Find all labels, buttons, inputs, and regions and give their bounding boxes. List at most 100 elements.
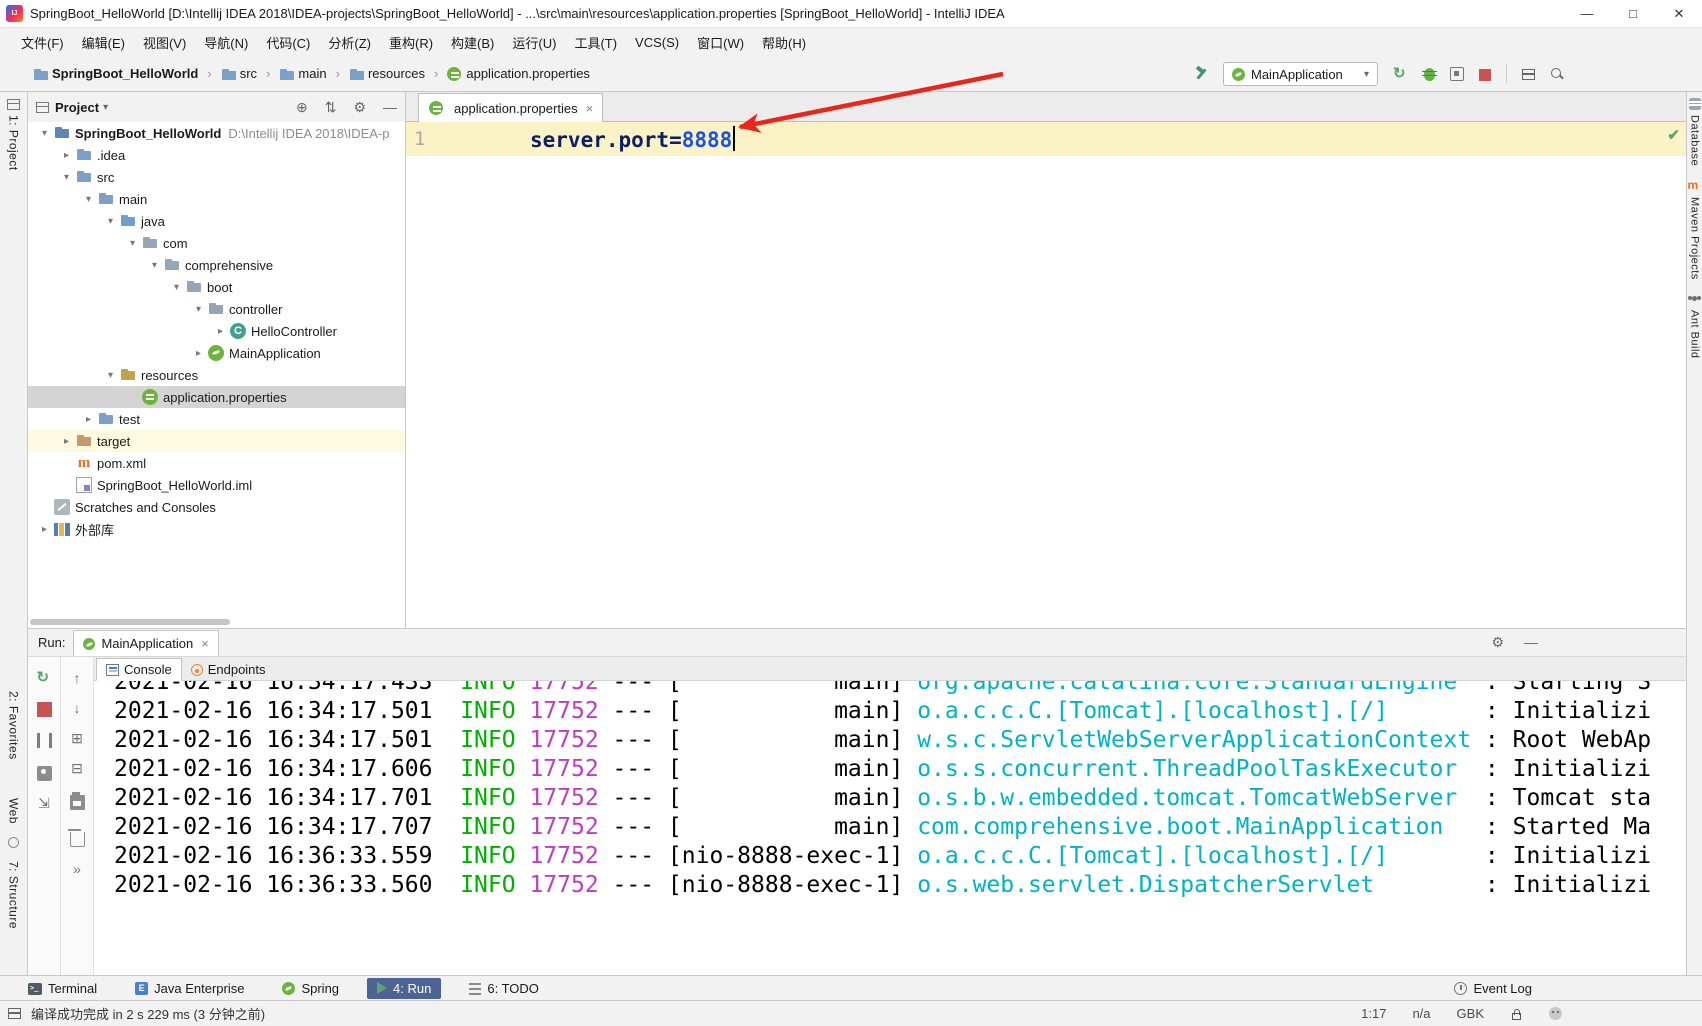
tool-button-java-enterprise[interactable]: Java Enterprise bbox=[125, 978, 254, 999]
print-icon[interactable] bbox=[69, 792, 85, 810]
tree-item-src[interactable]: ▾ src bbox=[28, 166, 405, 188]
tree-item-hellocontroller[interactable]: ▸ C HelloController bbox=[28, 320, 405, 342]
stripe-button-2-favorites[interactable]: 2: Favorites bbox=[0, 685, 27, 766]
editor-current-line[interactable]: 1 server.port=8888 bbox=[406, 122, 1686, 156]
console-output[interactable]: 2021-02-16 16:34:17.433 INFO 17752 --- [… bbox=[94, 681, 1686, 898]
chevron-down-icon[interactable]: ▾ bbox=[124, 238, 141, 249]
minimize-icon[interactable]: — bbox=[383, 99, 397, 115]
stripe-button-web[interactable]: Web bbox=[0, 792, 27, 830]
chevron-right-icon[interactable]: ▸ bbox=[190, 348, 207, 359]
circle-icon[interactable] bbox=[0, 830, 27, 855]
breadcrumb-resources[interactable]: resources bbox=[346, 64, 428, 83]
tool-button-terminal[interactable]: Terminal bbox=[18, 978, 107, 999]
locate-icon[interactable]: ⊕ bbox=[296, 99, 308, 116]
chevron-down-icon[interactable]: ▾ bbox=[58, 172, 75, 183]
tree-item-pom-xml[interactable]: m pom.xml bbox=[28, 452, 405, 474]
tree-item-idea[interactable]: ▸ .idea bbox=[28, 144, 405, 166]
menu-视图-v[interactable]: 视图(V) bbox=[134, 29, 195, 56]
gear-icon[interactable]: ⚙ bbox=[353, 99, 366, 116]
run-tab-mainapplication[interactable]: MainApplication × bbox=[73, 630, 219, 656]
code-line[interactable]: server.port=8888 bbox=[490, 126, 736, 152]
stop-icon[interactable] bbox=[1479, 68, 1491, 81]
expand-all-icon[interactable]: ⊞ bbox=[70, 731, 85, 746]
tool-button-spring[interactable]: Spring bbox=[272, 978, 349, 999]
minimize-window-button[interactable]: — bbox=[1564, 0, 1610, 27]
collapse-all-icon[interactable]: ⇅ bbox=[325, 99, 337, 116]
tree-item-application-properties[interactable]: application.properties bbox=[28, 386, 405, 408]
menu-文件-f[interactable]: 文件(F) bbox=[12, 29, 73, 56]
inspection-ok-icon[interactable]: ✔ bbox=[1667, 126, 1680, 144]
stripe-button-maven-projects[interactable]: m Maven Projects bbox=[1687, 172, 1702, 286]
close-window-button[interactable]: ✕ bbox=[1656, 0, 1702, 27]
chevron-right-icon[interactable]: ▸ bbox=[36, 524, 53, 535]
chevron-down-icon[interactable]: ▾ bbox=[190, 304, 207, 315]
thread-dump-icon[interactable] bbox=[36, 766, 52, 781]
search-icon[interactable] bbox=[1550, 67, 1564, 81]
build-hammer-icon[interactable] bbox=[1194, 67, 1208, 81]
readonly-lock-icon[interactable] bbox=[1512, 1008, 1521, 1020]
restore-layout-icon[interactable]: ⇲ bbox=[37, 796, 52, 811]
tree-item-springboot-helloworld-iml[interactable]: SpringBoot_HelloWorld.iml bbox=[28, 474, 405, 496]
pause-output-icon[interactable] bbox=[36, 733, 52, 748]
tree-item-com[interactable]: ▾ com bbox=[28, 232, 405, 254]
tree-item-外部库[interactable]: ▸ 外部库 bbox=[28, 518, 405, 540]
breadcrumb-springboot-helloworld[interactable]: SpringBoot_HelloWorld bbox=[30, 64, 201, 83]
rerun-icon[interactable]: ↻ bbox=[37, 670, 52, 686]
caret-position[interactable]: 1:17 bbox=[1361, 1006, 1386, 1021]
stripe-button-1-project[interactable]: 1: Project bbox=[0, 92, 27, 177]
breadcrumb-src[interactable]: src bbox=[218, 64, 260, 83]
stop-icon[interactable] bbox=[36, 702, 52, 717]
close-tab-icon[interactable]: × bbox=[586, 101, 594, 116]
console-tab-endpoints[interactable]: Endpoints bbox=[182, 658, 275, 681]
breadcrumb-main[interactable]: main bbox=[276, 64, 329, 83]
gear-icon[interactable]: ⚙ bbox=[1491, 634, 1504, 651]
chevron-down-icon[interactable]: ▾ bbox=[102, 370, 119, 381]
star-icon[interactable] bbox=[0, 766, 27, 792]
line-separator-indicator[interactable]: n/a bbox=[1412, 1006, 1430, 1021]
hector-inspector-icon[interactable] bbox=[1549, 1007, 1562, 1020]
debug-icon[interactable] bbox=[1422, 67, 1437, 81]
chevron-down-icon[interactable]: ▾ bbox=[102, 216, 119, 227]
horizontal-scrollbar[interactable] bbox=[30, 619, 230, 625]
chevron-right-icon[interactable]: ▸ bbox=[212, 326, 229, 337]
encoding-indicator[interactable]: GBK bbox=[1457, 1006, 1484, 1021]
more-actions-icon[interactable]: » bbox=[70, 862, 85, 877]
tab-application-properties[interactable]: application.properties × bbox=[418, 93, 604, 122]
tree-item-scratches-and-consoles[interactable]: Scratches and Consoles bbox=[28, 496, 405, 518]
menu-导航-n[interactable]: 导航(N) bbox=[195, 29, 257, 56]
clear-all-icon[interactable] bbox=[67, 829, 85, 847]
tree-item-controller[interactable]: ▾ controller bbox=[28, 298, 405, 320]
rerun-icon[interactable]: ↻ bbox=[1393, 66, 1407, 81]
chevron-down-icon[interactable]: ▾ bbox=[80, 194, 97, 205]
menu-构建-b[interactable]: 构建(B) bbox=[442, 29, 503, 56]
tool-button-event-log[interactable]: Event Log bbox=[1444, 978, 1542, 999]
close-tab-icon[interactable]: × bbox=[201, 636, 209, 651]
maximize-window-button[interactable]: □ bbox=[1610, 0, 1656, 27]
project-panel-title[interactable]: Project bbox=[55, 100, 99, 115]
stripe-button-database[interactable]: Database bbox=[1687, 92, 1702, 172]
up-stack-trace-icon[interactable]: ↑ bbox=[70, 671, 85, 686]
run-config-combo[interactable]: MainApplication ▾ bbox=[1223, 62, 1378, 86]
menu-运行-u[interactable]: 运行(U) bbox=[503, 29, 565, 56]
menu-编辑-e[interactable]: 编辑(E) bbox=[73, 29, 134, 56]
down-stack-trace-icon[interactable]: ↓ bbox=[70, 701, 85, 716]
stripe-button-ant-build[interactable]: Ant Build bbox=[1687, 286, 1702, 365]
tree-item-java[interactable]: ▾ java bbox=[28, 210, 405, 232]
menu-工具-t[interactable]: 工具(T) bbox=[565, 29, 626, 56]
chevron-down-icon[interactable]: ▾ bbox=[36, 128, 53, 139]
menu-帮助-h[interactable]: 帮助(H) bbox=[753, 29, 815, 56]
tree-item-springboot-helloworld[interactable]: ▾ SpringBoot_HelloWorld D:\Intellij IDEA 2… bbox=[28, 122, 405, 144]
menu-vcs-s[interactable]: VCS(S) bbox=[626, 31, 688, 54]
tool-button-4-run[interactable]: 4: Run bbox=[367, 977, 442, 999]
tool-window-toggle-icon[interactable] bbox=[8, 1008, 21, 1019]
tree-item-target[interactable]: ▸ target bbox=[28, 430, 405, 452]
tree-item-mainapplication[interactable]: ▸ MainApplication bbox=[28, 342, 405, 364]
menu-分析-z[interactable]: 分析(Z) bbox=[319, 29, 380, 56]
chevron-down-icon[interactable]: ▾ bbox=[168, 282, 185, 293]
editor-area[interactable]: application.properties × 1 server.port=8… bbox=[406, 92, 1686, 628]
tree-item-test[interactable]: ▸ test bbox=[28, 408, 405, 430]
breadcrumb-application-properties[interactable]: application.properties bbox=[444, 64, 593, 83]
chevron-right-icon[interactable]: ▸ bbox=[80, 414, 97, 425]
settings-panels-icon[interactable] bbox=[1522, 69, 1535, 80]
tree-item-comprehensive[interactable]: ▾ comprehensive bbox=[28, 254, 405, 276]
